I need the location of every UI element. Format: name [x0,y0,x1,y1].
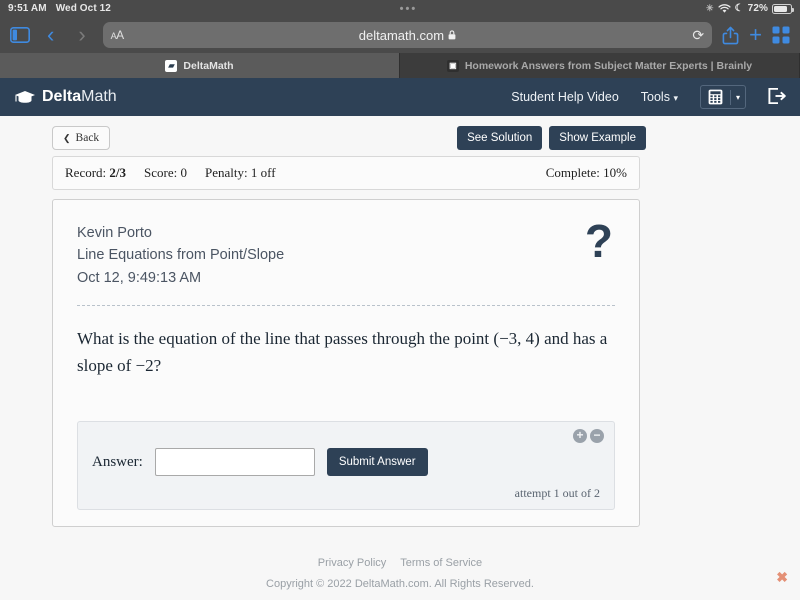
divider [77,305,615,307]
calculator-icon[interactable] [701,86,730,108]
action-toolbar: ❮ Back See Solution Show Example [0,116,800,156]
deltamath-favicon: ▰ [165,59,178,72]
graduation-cap-icon [15,90,35,103]
question-point-value: (−3, 4) [493,329,540,349]
browser-tab-label: DeltaMath [183,59,234,72]
status-center-dots: ••• [399,2,418,15]
privacy-policy-link[interactable]: Privacy Policy [318,557,386,569]
calculator-button-group[interactable]: ▾ [699,85,746,109]
assignment-title: Line Equations from Point/Slope [77,247,285,264]
status-time: 9:51 AM [8,3,47,14]
deltamath-header: DeltaMath Student Help Video Tools ▾ ▾ [0,78,800,116]
new-tab-icon[interactable]: + [749,22,762,48]
answer-input[interactable] [154,448,315,477]
back-button[interactable]: ❮ Back [52,126,111,150]
main-content: Record: 2/3 Score: 0 Penalty: 1 off Comp… [52,156,640,528]
url-text: deltamath.com [358,27,445,43]
see-solution-button[interactable]: See Solution [457,126,543,150]
problem-timestamp: Oct 12, 9:49:13 AM [77,269,202,286]
question-part-1: What is the equation of the line that pa… [77,329,494,349]
record-status-bar: Record: 2/3 Score: 0 Penalty: 1 off Comp… [52,156,640,190]
complete-stat: Complete: 10% [545,165,627,180]
status-date: Wed Oct 12 [55,3,111,14]
copyright-text: Copyright © 2022 DeltaMath.com. All Righ… [266,578,534,590]
student-help-video-link[interactable]: Student Help Video [511,90,619,104]
share-icon[interactable] [722,26,739,45]
status-bar-right: ✳ ☾ 72% [705,3,794,14]
complete-value: 10% [603,165,627,180]
penalty-value: 1 off [250,165,276,180]
close-icon[interactable]: ✖ [776,569,788,586]
browser-forward-button[interactable]: › [71,24,92,46]
browser-back-button[interactable]: ‹ [40,24,61,46]
deltamath-logo[interactable]: DeltaMath [14,88,117,106]
address-bar[interactable]: AA deltamath.com ⟳ [102,22,713,48]
penalty-stat: Penalty: 1 off [205,165,276,180]
zoom-out-icon[interactable]: − [590,429,604,444]
question-mark-icon[interactable]: ? [585,218,613,264]
question-slope-value: −2 [135,355,154,375]
terms-of-service-link[interactable]: Terms of Service [400,557,482,569]
answer-row: Answer: Submit Answer [92,448,600,477]
wifi-icon [718,3,731,13]
problem-meta: Kevin Porto Line Equations from Point/Sl… [77,222,615,289]
attempt-counter: attempt 1 out of 2 [514,486,600,501]
show-example-button[interactable]: Show Example [549,126,646,150]
record-value: 2/3 [109,165,127,180]
show-tabs-icon[interactable] [772,26,790,44]
page-content: ❮ Back See Solution Show Example Record:… [0,116,800,600]
answer-area: + − Answer: Submit Answer attempt 1 out … [77,421,615,511]
ios-status-bar: 9:51 AM Wed Oct 12 ••• ✳ ☾ 72% [0,0,800,17]
question-text: What is the equation of the line that pa… [77,326,615,379]
problem-card: ? Kevin Porto Line Equations from Point/… [52,199,640,528]
chevron-down-icon: ▾ [673,93,678,103]
battery-percent: 72% [747,3,768,14]
status-bar-left: 9:51 AM Wed Oct 12 [8,3,111,14]
student-name: Kevin Porto [77,225,152,241]
logout-icon[interactable] [768,87,786,107]
back-button-label: Back [75,132,100,144]
url-display: deltamath.com [103,28,712,43]
brightness-icon: ✳ [705,3,714,13]
lock-icon [448,30,456,40]
safari-toolbar: ‹ › AA deltamath.com ⟳ + [0,17,800,53]
footer-links: Privacy Policy Terms of Service [0,557,800,569]
brainly-favicon: ▣ [446,59,459,72]
browser-tab-deltamath[interactable]: ▰ DeltaMath [0,53,400,78]
browser-tab-bar: ▰ DeltaMath ▣ Homework Answers from Subj… [0,53,800,78]
zoom-controls: + − [573,429,604,444]
submit-answer-button[interactable]: Submit Answer [326,448,428,477]
tools-menu[interactable]: Tools ▾ [641,90,678,104]
chevron-left-icon: ❮ [63,132,71,143]
zoom-in-icon[interactable]: + [573,429,587,444]
score-stat: Score: 0 [144,165,188,180]
reload-icon[interactable]: ⟳ [692,27,704,44]
score-value: 0 [180,165,188,180]
browser-tab-label: Homework Answers from Subject Matter Exp… [464,59,753,72]
browser-tab-brainly[interactable]: ▣ Homework Answers from Subject Matter E… [400,53,800,78]
question-part-3: ? [153,355,162,375]
sidebar-icon[interactable] [10,27,30,43]
moon-icon: ☾ [734,3,744,14]
page-footer: Privacy Policy Terms of Service Copyrigh… [0,557,800,600]
calculator-dropdown-caret[interactable]: ▾ [729,89,745,105]
header-nav: Student Help Video Tools ▾ ▾ [511,85,786,109]
battery-icon [772,3,794,14]
answer-label: Answer: [92,453,143,470]
solution-buttons: See Solution Show Example [457,126,786,150]
record-stat: Record: 2/3 [65,165,127,180]
logo-text: DeltaMath [42,88,117,105]
